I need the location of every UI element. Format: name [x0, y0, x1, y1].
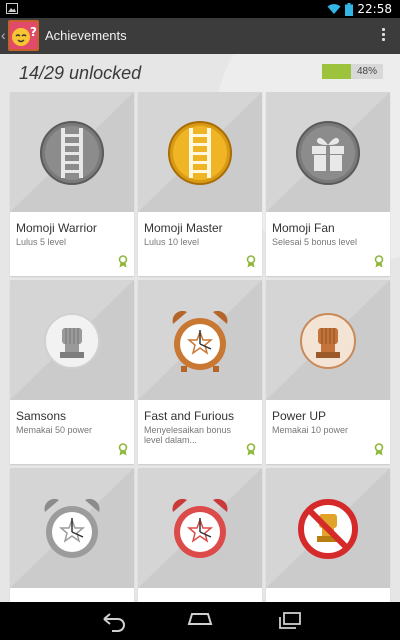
- no-fist-gold-icon: [295, 496, 361, 562]
- award-ribbon-icon: [374, 443, 384, 456]
- achievement-desc: Memakai 10 power: [272, 425, 349, 435]
- overflow-menu-icon[interactable]: [380, 27, 386, 45]
- achievement-name: Samsons: [16, 409, 67, 423]
- achievement-card[interactable]: Momoji Master Lulus 10 level: [138, 92, 262, 276]
- progress-fill: [322, 64, 352, 79]
- achievement-card[interactable]: Fast and Furious Menyelesaikan bonus lev…: [138, 280, 262, 464]
- clock: 22:58: [357, 2, 392, 16]
- achievement-card[interactable]: [266, 468, 390, 602]
- gift-icon: [295, 120, 361, 186]
- achievement-desc: Menyelesaikan bonus level dalam...: [144, 425, 232, 445]
- image-notification-icon: [6, 3, 18, 14]
- achievement-name: Momoji Warrior: [16, 221, 97, 235]
- status-bar: 22:58: [0, 0, 400, 18]
- ladder-gray-icon: [39, 120, 105, 186]
- home-button-icon[interactable]: [186, 610, 214, 632]
- svg-text:?: ?: [30, 25, 37, 39]
- achievement-card[interactable]: Momoji Fan Selesai 5 bonus level: [266, 92, 390, 276]
- achievement-card[interactable]: [10, 468, 134, 602]
- recent-apps-button-icon[interactable]: [276, 610, 304, 632]
- wifi-icon: [327, 4, 341, 14]
- achievement-name: Power UP: [272, 409, 327, 423]
- action-bar: ‹ ? Achievements: [0, 18, 400, 54]
- achievement-card[interactable]: Samsons Memakai 50 power: [10, 280, 134, 464]
- award-ribbon-icon: [374, 255, 384, 268]
- app-logo[interactable]: ?: [8, 20, 39, 51]
- award-ribbon-icon: [246, 443, 256, 456]
- award-ribbon-icon: [118, 443, 128, 456]
- back-icon[interactable]: ‹: [1, 27, 6, 43]
- progress-percent: 48%: [356, 66, 377, 77]
- alarm-clock-bronze-icon: [167, 308, 233, 374]
- achievement-desc: Memakai 50 power: [16, 425, 93, 435]
- achievement-card[interactable]: [138, 468, 262, 602]
- achievement-card[interactable]: Momoji Warrior Lulus 5 level: [10, 92, 134, 276]
- achievement-desc: Lulus 5 level: [16, 237, 67, 247]
- award-ribbon-icon: [246, 255, 256, 268]
- screen-title: Achievements: [45, 28, 127, 43]
- fist-bronze-icon: [295, 308, 361, 374]
- achievements-content[interactable]: 14/29 unlocked 48% Momoji Warrior Lulus …: [0, 54, 400, 602]
- achievement-desc: Selesai 5 bonus level: [272, 237, 358, 247]
- alarm-clock-silver-icon: [39, 496, 105, 562]
- award-ribbon-icon: [118, 255, 128, 268]
- ladder-gold-icon: [167, 120, 233, 186]
- unlocked-count: 14/29 unlocked: [19, 63, 142, 83]
- achievement-card[interactable]: Power UP Memakai 10 power: [266, 280, 390, 464]
- achievement-name: Momoji Fan: [272, 221, 335, 235]
- achievement-desc: Lulus 10 level: [144, 237, 200, 247]
- navigation-bar: [0, 602, 400, 640]
- achievement-name: Fast and Furious: [144, 409, 235, 423]
- back-button-icon[interactable]: [100, 610, 128, 632]
- fist-silver-icon: [39, 308, 105, 374]
- achievement-name: Momoji Master: [144, 221, 223, 235]
- battery-icon: [345, 2, 354, 16]
- progress-bar: 48%: [322, 64, 383, 79]
- alarm-clock-red-icon: [167, 496, 233, 562]
